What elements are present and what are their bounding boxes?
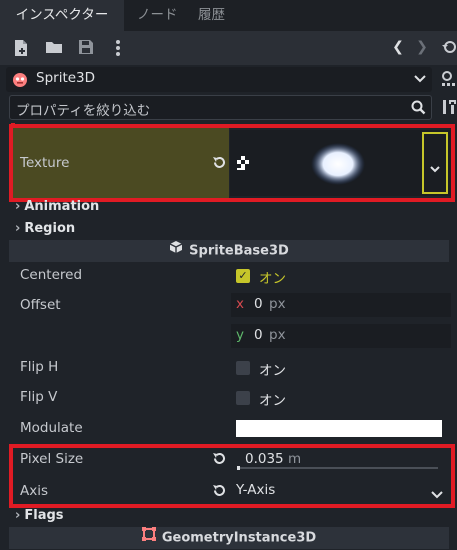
object-selector[interactable]: Sprite3D	[6, 67, 432, 92]
chevron-down-icon	[430, 161, 440, 173]
tools-icon[interactable]	[440, 98, 457, 118]
revert-icon[interactable]	[210, 155, 228, 173]
centered-checkbox[interactable]: ✓ オン	[236, 268, 296, 287]
revert-icon[interactable]	[210, 483, 228, 501]
open-folder-icon[interactable]	[45, 39, 63, 57]
checkbox-unchecked-icon	[236, 391, 250, 405]
object-history-icon[interactable]	[440, 39, 457, 57]
tab-history[interactable]: 履歴	[198, 0, 238, 31]
slider-grabber[interactable]	[237, 466, 240, 470]
tab-inspector[interactable]: インスペクター	[0, 0, 124, 31]
inspector-toolbar: ❮ ❯	[0, 31, 457, 65]
section-geometryinstance3d-label: GeometryInstance3D	[161, 530, 317, 546]
texture-preview	[308, 142, 368, 186]
chevron-down-icon	[412, 71, 428, 87]
offset-label: Offset	[20, 297, 61, 313]
save-icon[interactable]	[77, 39, 95, 57]
chevron-down-icon	[431, 487, 443, 499]
slider-track	[237, 467, 438, 469]
history-back-button[interactable]: ❮	[390, 39, 406, 57]
revert-icon[interactable]	[210, 451, 228, 469]
dock-tabs: インスペクター ノード 履歴	[0, 0, 457, 31]
flip-v-value: オン	[259, 393, 286, 409]
pixel-size-value: 0.035	[245, 451, 284, 467]
new-script-icon[interactable]	[12, 39, 30, 57]
section-spritebase3d[interactable]: SpriteBase3D	[9, 240, 449, 262]
modulate-color-picker[interactable]	[236, 420, 442, 437]
pixel-size-label: Pixel Size	[20, 451, 84, 467]
group-animation[interactable]: › Animation	[9, 196, 449, 218]
chevron-right-icon: ›	[15, 508, 21, 523]
property-filter-input[interactable]: プロパティを絞り込む	[9, 95, 432, 120]
offset-x-axis: x	[236, 296, 244, 312]
offset-x-value: 0	[254, 296, 263, 312]
group-region-label: Region	[24, 221, 76, 236]
flip-h-checkbox[interactable]: オン	[236, 360, 296, 379]
history-forward-button[interactable]: ❯	[414, 39, 430, 57]
sprite3d-icon	[12, 71, 28, 87]
chevron-right-icon: ›	[15, 221, 21, 236]
offset-y-field[interactable]: y 0 px	[231, 324, 451, 348]
flip-v-label: Flip V	[20, 389, 58, 405]
offset-y-value: 0	[254, 327, 263, 343]
more-options-icon[interactable]	[110, 39, 126, 57]
spritebase3d-icon	[169, 240, 183, 262]
texture-resource-picker[interactable]	[230, 130, 451, 196]
flip-h-label: Flip H	[20, 359, 59, 375]
section-geometryinstance3d[interactable]: GeometryInstance3D	[9, 527, 449, 549]
axis-value: Y-Axis	[236, 482, 276, 498]
group-flags[interactable]: › Flags	[9, 505, 449, 527]
centered-value: オン	[259, 271, 286, 287]
group-region[interactable]: › Region	[9, 218, 449, 240]
checkbox-unchecked-icon	[236, 361, 250, 375]
object-name: Sprite3D	[36, 70, 96, 86]
filter-placeholder: プロパティを絞り込む	[16, 103, 151, 119]
group-flags-label: Flags	[24, 508, 64, 523]
checkbox-checked-icon: ✓	[236, 269, 250, 283]
offset-y-axis: y	[236, 327, 244, 343]
image-texture-icon	[237, 156, 249, 170]
offset-x-field[interactable]: x 0 px	[231, 293, 451, 317]
flip-h-value: オン	[259, 363, 286, 379]
centered-label: Centered	[20, 267, 83, 283]
group-animation-label: Animation	[24, 199, 100, 214]
pixel-size-unit: m	[288, 451, 302, 467]
chevron-right-icon: ›	[15, 199, 21, 214]
search-icon	[411, 100, 427, 116]
axis-dropdown[interactable]: Y-Axis	[231, 480, 448, 502]
tab-node[interactable]: ノード	[137, 0, 182, 31]
texture-label: Texture	[20, 155, 70, 171]
texture-dropdown-button[interactable]	[422, 132, 448, 194]
offset-y-unit: px	[269, 327, 286, 343]
offset-x-unit: px	[269, 296, 286, 312]
modulate-label: Modulate	[20, 420, 83, 436]
pixel-size-slider[interactable]: 0.035 m	[231, 448, 445, 474]
geometryinstance3d-icon	[141, 527, 156, 549]
flip-v-checkbox[interactable]: オン	[236, 390, 296, 409]
section-spritebase3d-label: SpriteBase3D	[189, 243, 289, 259]
object-properties-icon[interactable]	[440, 70, 457, 90]
axis-label: Axis	[20, 483, 49, 499]
